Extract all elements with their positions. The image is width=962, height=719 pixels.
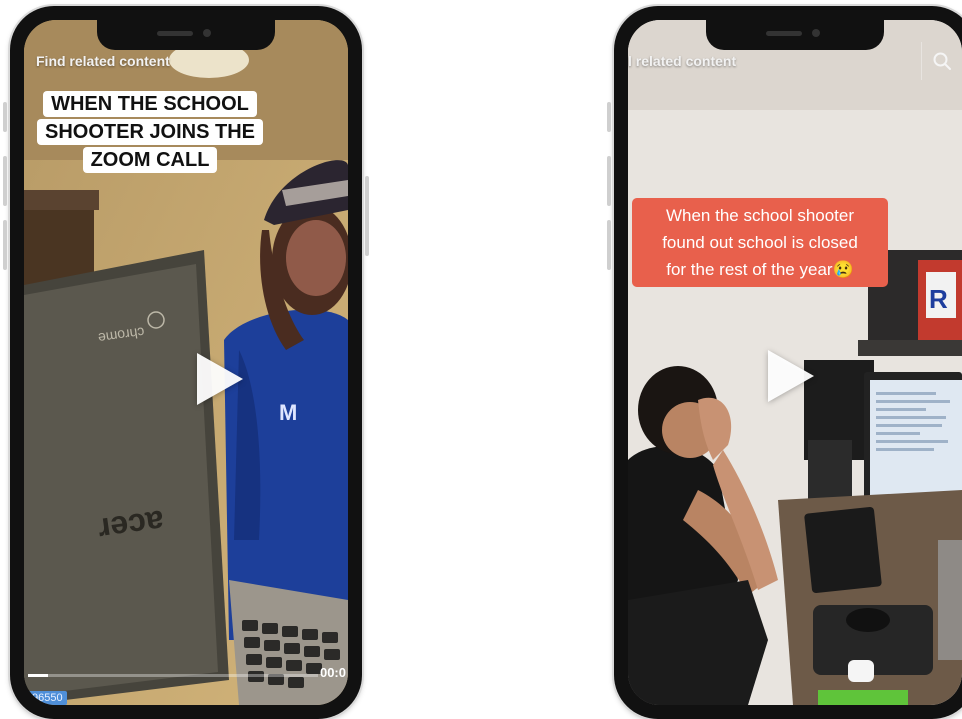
caption-line-3: ZOOM CALL bbox=[82, 147, 218, 173]
left-video-screen[interactable]: M chrome acer Find related content WHEN … bbox=[24, 20, 348, 705]
poster-letter: R bbox=[929, 284, 948, 314]
right-top-bar: l related content bbox=[628, 42, 962, 80]
left-phone-volume-down bbox=[3, 220, 7, 270]
find-related-content-link[interactable]: l related content bbox=[628, 53, 736, 69]
left-video-progress-fill bbox=[28, 674, 49, 677]
caption-line-1: WHEN THE SCHOOL bbox=[43, 91, 257, 117]
left-video-caption: WHEN THE SCHOOL SHOOTER JOINS THE ZOOM C… bbox=[28, 90, 272, 174]
left-phone-frame: M chrome acer Find related content WHEN … bbox=[3, 6, 369, 719]
left-phone-volume-up bbox=[3, 156, 7, 206]
find-related-content-link[interactable]: Find related content bbox=[24, 53, 170, 69]
search-button[interactable] bbox=[921, 42, 962, 80]
caption-line-2: SHOOTER JOINS THE bbox=[36, 119, 264, 145]
left-phone-power-button bbox=[365, 176, 369, 256]
right-video-screen[interactable]: R l related content When the school shoo… bbox=[628, 20, 962, 705]
left-video-time: 00:0 bbox=[319, 665, 346, 680]
left-top-bar: Find related content bbox=[24, 46, 348, 76]
right-play-button-icon[interactable] bbox=[768, 350, 814, 402]
right-video-caption: When the school shooter found out school… bbox=[632, 198, 888, 287]
left-phone-side-button bbox=[3, 102, 7, 132]
right-phone-side-button bbox=[607, 102, 611, 132]
caption-line-1: When the school shooter bbox=[665, 206, 855, 225]
svg-text:M: M bbox=[279, 400, 297, 425]
caption-line-2: found out school is closed bbox=[662, 233, 858, 252]
left-video-tag[interactable]: 96550 bbox=[28, 691, 67, 705]
right-phone-frame: R l related content When the school shoo… bbox=[607, 6, 962, 719]
left-video-progress-bar[interactable] bbox=[28, 674, 318, 677]
caption-line-3: for the rest of the year😢 bbox=[666, 260, 854, 279]
right-phone-volume-down bbox=[607, 220, 611, 270]
left-play-button-icon[interactable] bbox=[197, 353, 243, 405]
left-phone-notch bbox=[97, 20, 275, 50]
right-phone-volume-up bbox=[607, 156, 611, 206]
right-phone-notch bbox=[706, 20, 884, 50]
search-icon bbox=[933, 52, 951, 70]
